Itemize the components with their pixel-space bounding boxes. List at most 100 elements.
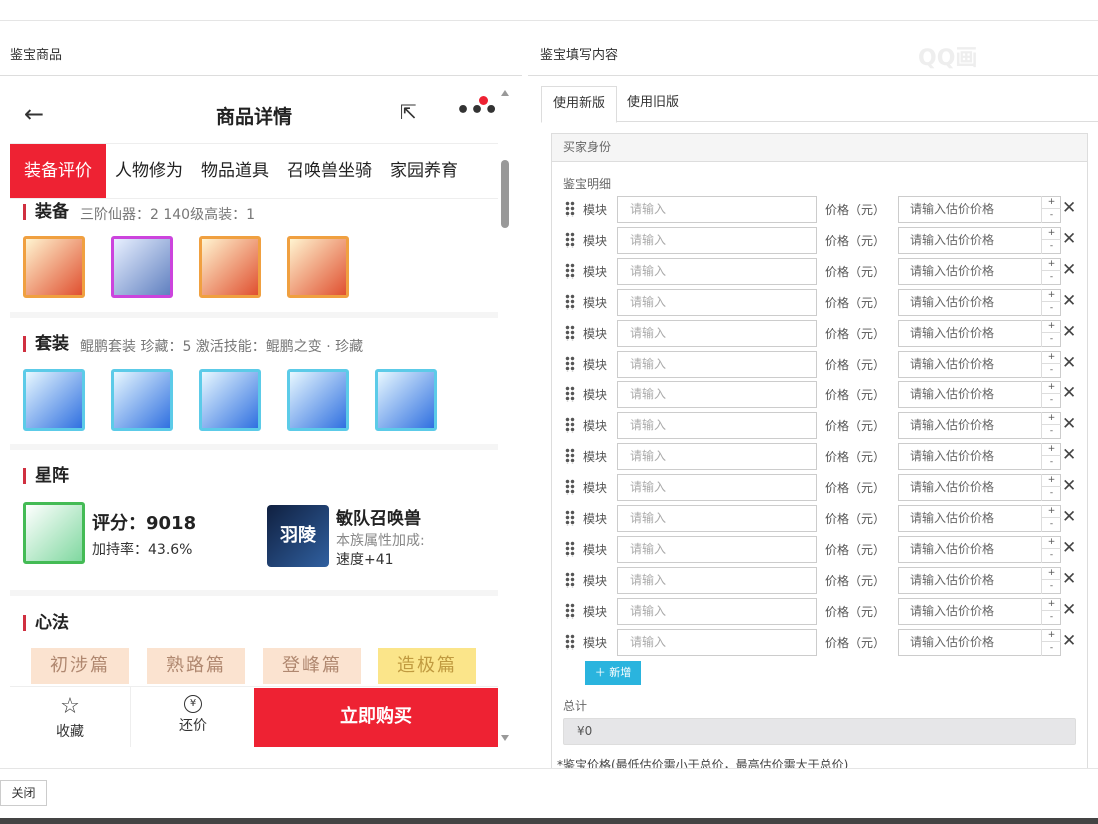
module-input[interactable]: 请输入 — [617, 412, 817, 440]
increment-icon[interactable]: + — [1042, 474, 1061, 486]
price-stepper[interactable]: + - — [1041, 628, 1061, 656]
remove-row-icon[interactable]: ✕ — [1062, 445, 1076, 465]
equip-icon[interactable] — [111, 236, 173, 298]
module-input[interactable]: 请输入 — [617, 566, 817, 594]
decrement-icon[interactable]: - — [1042, 424, 1061, 437]
price-stepper[interactable]: + - — [1041, 535, 1061, 563]
increment-icon[interactable]: + — [1042, 320, 1061, 332]
decrement-icon[interactable]: - — [1042, 238, 1061, 252]
remove-row-icon[interactable]: ✕ — [1062, 631, 1076, 651]
tab-equip-eval[interactable]: 装备评价 — [10, 144, 106, 198]
drag-handle-icon[interactable] — [565, 602, 575, 619]
remove-row-icon[interactable]: ✕ — [1062, 353, 1076, 373]
suit-icon[interactable] — [287, 369, 349, 431]
drag-handle-icon[interactable] — [565, 201, 575, 217]
drag-handle-icon[interactable] — [565, 571, 575, 588]
scroll-thumb[interactable] — [501, 160, 509, 228]
tab-character[interactable]: 人物修为 — [106, 144, 192, 198]
star-formation-icon[interactable] — [23, 502, 85, 564]
module-input[interactable]: 请输入 — [617, 628, 817, 656]
remove-row-icon[interactable]: ✕ — [1062, 291, 1076, 311]
module-input[interactable]: 请输入 — [617, 381, 817, 409]
price-stepper[interactable]: + - — [1041, 566, 1061, 594]
price-stepper[interactable]: + - — [1041, 288, 1061, 316]
drag-handle-icon[interactable] — [565, 510, 575, 526]
price-stepper[interactable]: + - — [1041, 505, 1061, 532]
drag-handle-icon[interactable] — [565, 417, 575, 434]
price-stepper[interactable]: + - — [1041, 474, 1061, 502]
drag-handle-icon[interactable] — [565, 448, 575, 465]
price-stepper[interactable]: + - — [1041, 257, 1061, 285]
tab-old-version[interactable]: 使用旧版 — [616, 86, 690, 123]
module-input[interactable]: 请输入 — [617, 226, 817, 254]
scroll-down-icon[interactable] — [501, 735, 509, 741]
drag-handle-icon[interactable] — [565, 324, 575, 341]
module-input[interactable]: 请输入 — [617, 505, 817, 532]
xinfa-item[interactable]: 登峰篇 — [263, 648, 361, 684]
price-stepper[interactable]: + - — [1041, 381, 1061, 409]
remove-row-icon[interactable]: ✕ — [1062, 414, 1076, 434]
price-input[interactable]: 请输入估价价格 — [898, 319, 1061, 347]
price-stepper[interactable]: + - — [1041, 319, 1061, 347]
remove-row-icon[interactable]: ✕ — [1062, 476, 1076, 496]
tab-new-version[interactable]: 使用新版 — [541, 86, 618, 123]
drag-handle-icon[interactable] — [565, 293, 575, 310]
equip-icon[interactable] — [287, 236, 349, 298]
remove-row-icon[interactable]: ✕ — [1062, 322, 1076, 342]
xinfa-item[interactable]: 造极篇 — [378, 648, 476, 684]
increment-icon[interactable]: + — [1042, 629, 1061, 641]
suit-icon[interactable] — [375, 369, 437, 431]
increment-icon[interactable]: + — [1042, 443, 1061, 455]
module-input[interactable]: 请输入 — [617, 319, 817, 347]
price-input[interactable]: 请输入估价价格 — [898, 443, 1061, 471]
price-input[interactable]: 请输入估价价格 — [898, 350, 1061, 378]
module-input[interactable]: 请输入 — [617, 257, 817, 285]
decrement-icon[interactable]: - — [1042, 269, 1061, 283]
price-input[interactable]: 请输入估价价格 — [898, 474, 1061, 502]
price-input[interactable]: 请输入估价价格 — [898, 226, 1061, 254]
increment-icon[interactable]: + — [1042, 289, 1061, 301]
drag-handle-icon[interactable] — [565, 633, 575, 650]
price-stepper[interactable]: + - — [1041, 226, 1061, 254]
suit-icon[interactable] — [111, 369, 173, 431]
tab-pets-mounts[interactable]: 召唤兽坐骑 — [278, 144, 381, 198]
remove-row-icon[interactable]: ✕ — [1062, 229, 1076, 249]
decrement-icon[interactable]: - — [1042, 486, 1061, 499]
close-button[interactable]: 关闭 — [0, 780, 47, 806]
phone-scrollbar[interactable] — [499, 88, 511, 743]
drag-handle-icon[interactable] — [565, 231, 575, 248]
decrement-icon[interactable]: - — [1042, 547, 1061, 561]
decrement-icon[interactable]: - — [1042, 640, 1061, 654]
equip-icon[interactable] — [23, 236, 85, 298]
increment-icon[interactable]: + — [1042, 412, 1061, 424]
price-input[interactable]: 请输入估价价格 — [898, 257, 1061, 285]
price-stepper[interactable]: + - — [1041, 443, 1061, 471]
increment-icon[interactable]: + — [1042, 381, 1061, 393]
price-stepper[interactable]: + - — [1041, 597, 1061, 625]
price-input[interactable]: 请输入估价价格 — [898, 412, 1061, 440]
price-input[interactable]: 请输入估价价格 — [898, 628, 1061, 656]
increment-icon[interactable]: + — [1042, 505, 1061, 517]
decrement-icon[interactable]: - — [1042, 517, 1061, 530]
remove-row-icon[interactable]: ✕ — [1062, 507, 1076, 527]
price-input[interactable]: 请输入估价价格 — [898, 535, 1061, 563]
remove-row-icon[interactable]: ✕ — [1062, 383, 1076, 403]
drag-handle-icon[interactable] — [565, 262, 575, 279]
price-input[interactable]: 请输入估价价格 — [898, 566, 1061, 594]
price-input[interactable]: 请输入估价价格 — [898, 597, 1061, 625]
decrement-icon[interactable]: - — [1042, 208, 1061, 221]
decrement-icon[interactable]: - — [1042, 362, 1061, 376]
bargain-button[interactable]: ¥ 还价 — [132, 687, 254, 747]
module-input[interactable]: 请输入 — [617, 443, 817, 471]
buy-now-button[interactable]: 立即购买 — [254, 688, 498, 747]
scroll-up-icon[interactable] — [501, 90, 509, 96]
remove-row-icon[interactable]: ✕ — [1062, 600, 1076, 620]
drag-handle-icon[interactable] — [565, 479, 575, 496]
equip-icon[interactable] — [199, 236, 261, 298]
favorite-button[interactable]: ☆ 收藏 — [10, 687, 131, 747]
price-input[interactable]: 请输入估价价格 — [898, 381, 1061, 409]
module-input[interactable]: 请输入 — [617, 350, 817, 378]
remove-row-icon[interactable]: ✕ — [1062, 569, 1076, 589]
increment-icon[interactable]: + — [1042, 258, 1061, 270]
decrement-icon[interactable]: - — [1042, 578, 1061, 592]
